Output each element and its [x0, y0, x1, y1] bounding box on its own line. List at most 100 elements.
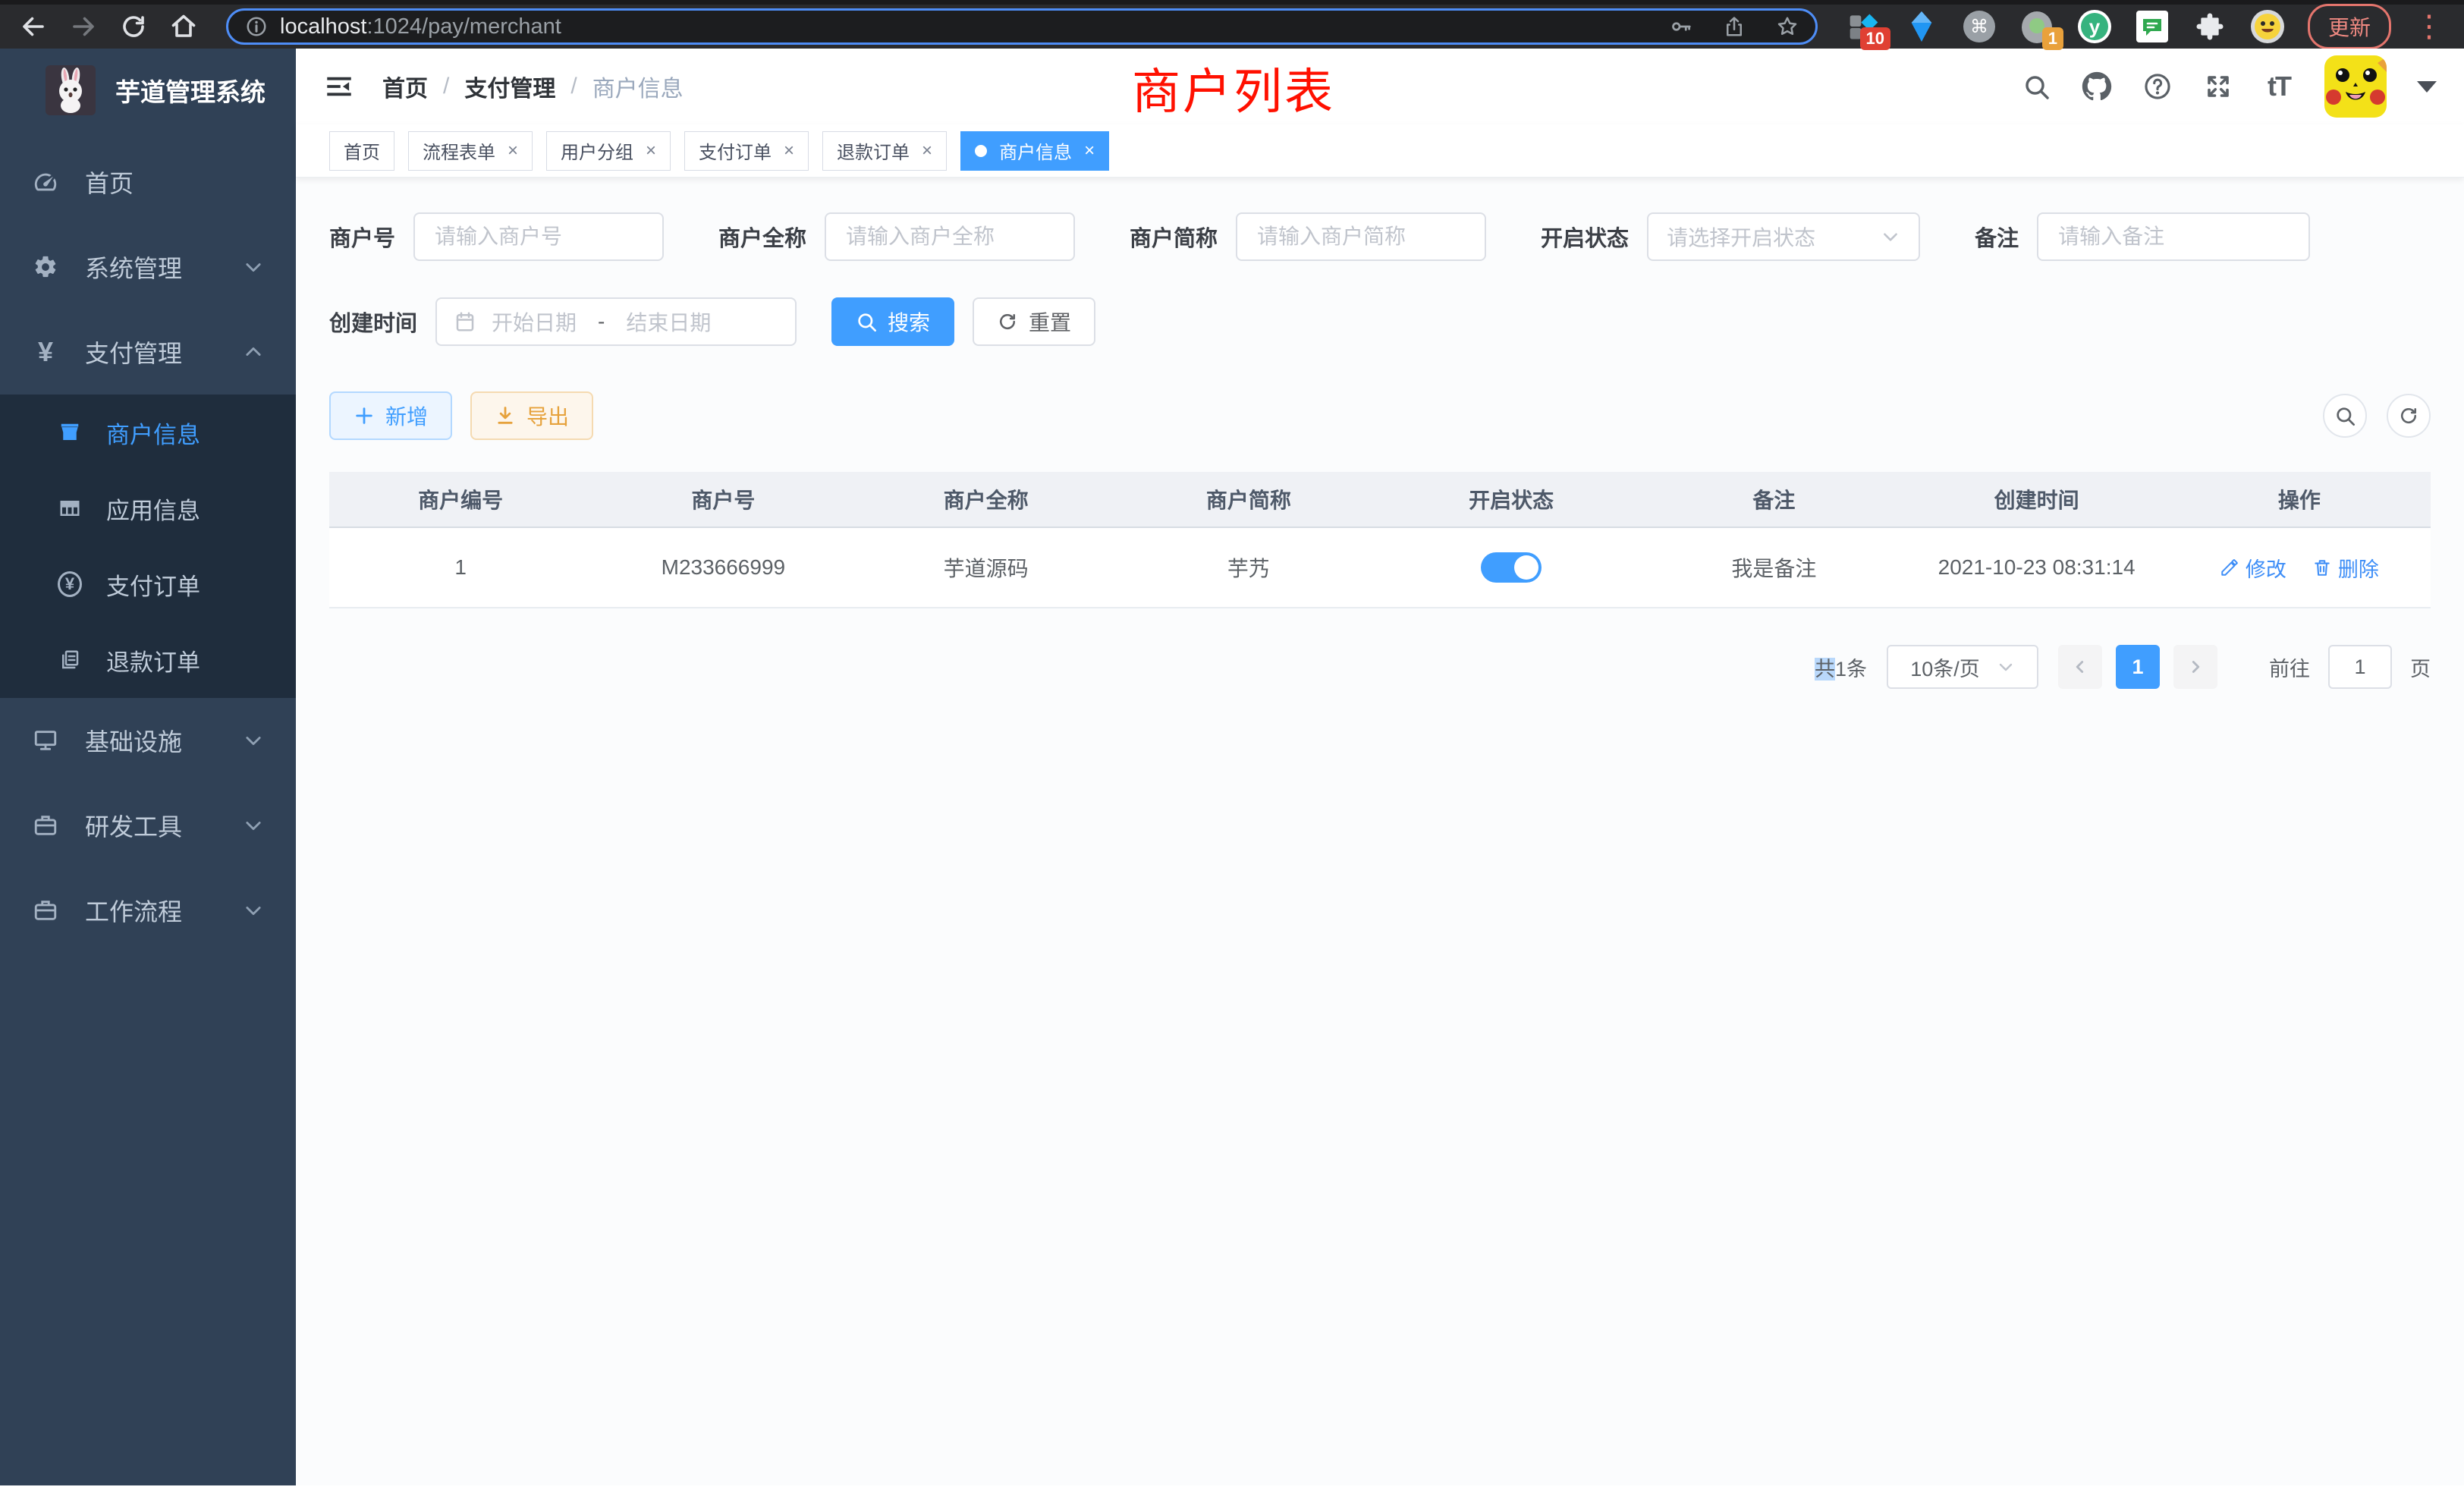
status-toggle[interactable] [1481, 552, 1542, 583]
sidebar-item-refund-order[interactable]: 退款订单 [0, 622, 296, 698]
sidebar-item-system[interactable]: 系统管理 [0, 225, 296, 310]
help-icon[interactable] [2142, 71, 2173, 102]
site-info-icon[interactable] [245, 15, 268, 38]
page-content: 商户号 商户全称 商户简称 开启状态 请选择开启状态 备注 创建时间 [296, 178, 2464, 689]
sidebar-item-home[interactable]: 首页 [0, 140, 296, 225]
extension-yuque-icon[interactable]: y [2077, 9, 2112, 44]
page-1-button[interactable]: 1 [2116, 645, 2160, 689]
cell-actions: 修改 删除 [2168, 553, 2431, 583]
toggle-search-button[interactable] [2323, 394, 2367, 438]
sidebar-item-label: 应用信息 [106, 492, 200, 526]
tab-refund-order[interactable]: 退款订单 × [822, 131, 947, 171]
sidebar-collapse-icon[interactable] [323, 71, 355, 102]
url-text[interactable]: localhost:1024/pay/merchant [280, 14, 561, 39]
create-time-range-picker[interactable]: 开始日期 - 结束日期 [435, 297, 797, 346]
close-icon[interactable]: × [1084, 142, 1095, 160]
col-header: 商户全称 [855, 484, 1117, 514]
browser-update-button[interactable]: 更新 [2308, 4, 2391, 49]
user-avatar[interactable] [2324, 55, 2387, 118]
col-header: 创建时间 [1906, 484, 2168, 514]
tab-home[interactable]: 首页 [329, 131, 394, 171]
pagination-total-prefix: 共 [1815, 658, 1835, 681]
sidebar-logo-row[interactable]: 芋道管理系统 [0, 49, 296, 130]
password-key-icon[interactable] [1670, 15, 1692, 38]
font-size-icon[interactable]: tT [2264, 71, 2294, 102]
tab-process-form[interactable]: 流程表单 × [408, 131, 533, 171]
extensions-puzzle-icon[interactable] [2192, 9, 2227, 44]
active-tab-dot [975, 145, 987, 157]
breadcrumb-home[interactable]: 首页 [382, 70, 428, 103]
share-icon[interactable] [1723, 15, 1746, 38]
date-separator: - [598, 310, 605, 334]
tab-merchant-info[interactable]: 商户信息 × [960, 131, 1109, 171]
breadcrumb-pay[interactable]: 支付管理 [464, 70, 555, 103]
merchant-no-input[interactable] [413, 212, 664, 261]
status-select[interactable]: 请选择开启状态 [1647, 212, 1920, 261]
extension-badge-1: 1 [2042, 27, 2063, 50]
remark-input[interactable] [2037, 212, 2310, 261]
browser-home-icon[interactable] [170, 13, 197, 40]
app-frame: 芋道管理系统 首页 系统管理 ¥ 支付管理 商户信息 [0, 49, 2464, 1485]
end-date-placeholder[interactable]: 结束日期 [626, 306, 711, 337]
goto-page-input[interactable] [2328, 645, 2392, 689]
cell-create-time: 2021-10-23 08:31:14 [1906, 555, 2168, 580]
prev-page-button[interactable] [2058, 645, 2102, 689]
sidebar-item-devtools[interactable]: 研发工具 [0, 783, 296, 868]
browser-toolbar: localhost:1024/pay/merchant 10 ⌘ 1 y 更新 … [0, 0, 2464, 49]
sidebar-item-infra[interactable]: 基础设施 [0, 698, 296, 783]
delete-link[interactable]: 删除 [2312, 553, 2379, 583]
chevron-down-icon [1881, 227, 1900, 247]
refresh-table-button[interactable] [2387, 394, 2431, 438]
browser-profile-avatar[interactable] [2250, 9, 2285, 44]
start-date-placeholder[interactable]: 开始日期 [492, 306, 577, 337]
tab-user-group[interactable]: 用户分组 × [546, 131, 671, 171]
browser-menu-icon[interactable]: ⋮ [2414, 11, 2444, 42]
sidebar-item-app-info[interactable]: 应用信息 [0, 470, 296, 546]
browser-forward-icon[interactable] [70, 13, 97, 40]
chevron-down-icon [1997, 658, 2015, 676]
search-button[interactable]: 搜索 [831, 297, 954, 346]
browser-reload-icon[interactable] [120, 13, 147, 40]
close-icon[interactable]: × [922, 142, 932, 160]
edit-link[interactable]: 修改 [2220, 553, 2286, 583]
breadcrumb-current: 商户信息 [592, 70, 684, 103]
reset-button-label: 重置 [1029, 306, 1071, 337]
extension-tabs-icon[interactable]: 10 [1846, 9, 1881, 44]
search-icon[interactable] [2021, 71, 2051, 102]
browser-back-icon[interactable] [20, 13, 47, 40]
sidebar-item-pay[interactable]: ¥ 支付管理 [0, 310, 296, 395]
github-icon[interactable] [2082, 71, 2112, 102]
tab-pay-order[interactable]: 支付订单 × [684, 131, 809, 171]
reset-button[interactable]: 重置 [973, 297, 1095, 346]
full-name-input[interactable] [825, 212, 1075, 261]
next-page-button[interactable] [2173, 645, 2217, 689]
sidebar: 芋道管理系统 首页 系统管理 ¥ 支付管理 商户信息 [0, 49, 296, 1485]
page-size-select[interactable]: 10条/页 [1887, 645, 2038, 689]
refresh-icon [2398, 405, 2419, 426]
col-header: 操作 [2168, 484, 2431, 514]
sidebar-item-pay-order[interactable]: ¥ 支付订单 [0, 546, 296, 622]
address-bar[interactable]: localhost:1024/pay/merchant [226, 8, 1818, 45]
yen-icon: ¥ [32, 338, 59, 366]
extension-command-icon[interactable]: ⌘ [1962, 9, 1997, 44]
bookmark-star-icon[interactable] [1776, 15, 1799, 38]
sidebar-item-label: 支付订单 [106, 567, 200, 602]
toolbox-icon [32, 897, 59, 924]
close-icon[interactable]: × [508, 142, 518, 160]
extension-chat-icon[interactable] [2135, 9, 2170, 44]
extension-gem-icon[interactable] [1904, 9, 1939, 44]
short-name-input[interactable] [1236, 212, 1486, 261]
sidebar-item-workflow[interactable]: 工作流程 [0, 868, 296, 953]
add-button[interactable]: 新增 [329, 391, 452, 440]
cell-full-name: 芋道源码 [855, 552, 1117, 583]
close-icon[interactable]: × [784, 142, 794, 160]
avatar-dropdown-caret-icon[interactable] [2417, 81, 2437, 93]
filter-row-1: 商户号 商户全称 商户简称 开启状态 请选择开启状态 备注 [329, 212, 2431, 261]
export-button[interactable]: 导出 [470, 391, 593, 440]
close-icon[interactable]: × [646, 142, 656, 160]
sidebar-item-label: 研发工具 [85, 808, 182, 843]
extension-avatar-icon[interactable]: 1 [2019, 9, 2054, 44]
sidebar-item-merchant-info[interactable]: 商户信息 [0, 395, 296, 470]
fullscreen-icon[interactable] [2203, 71, 2233, 102]
document-icon [58, 648, 82, 672]
